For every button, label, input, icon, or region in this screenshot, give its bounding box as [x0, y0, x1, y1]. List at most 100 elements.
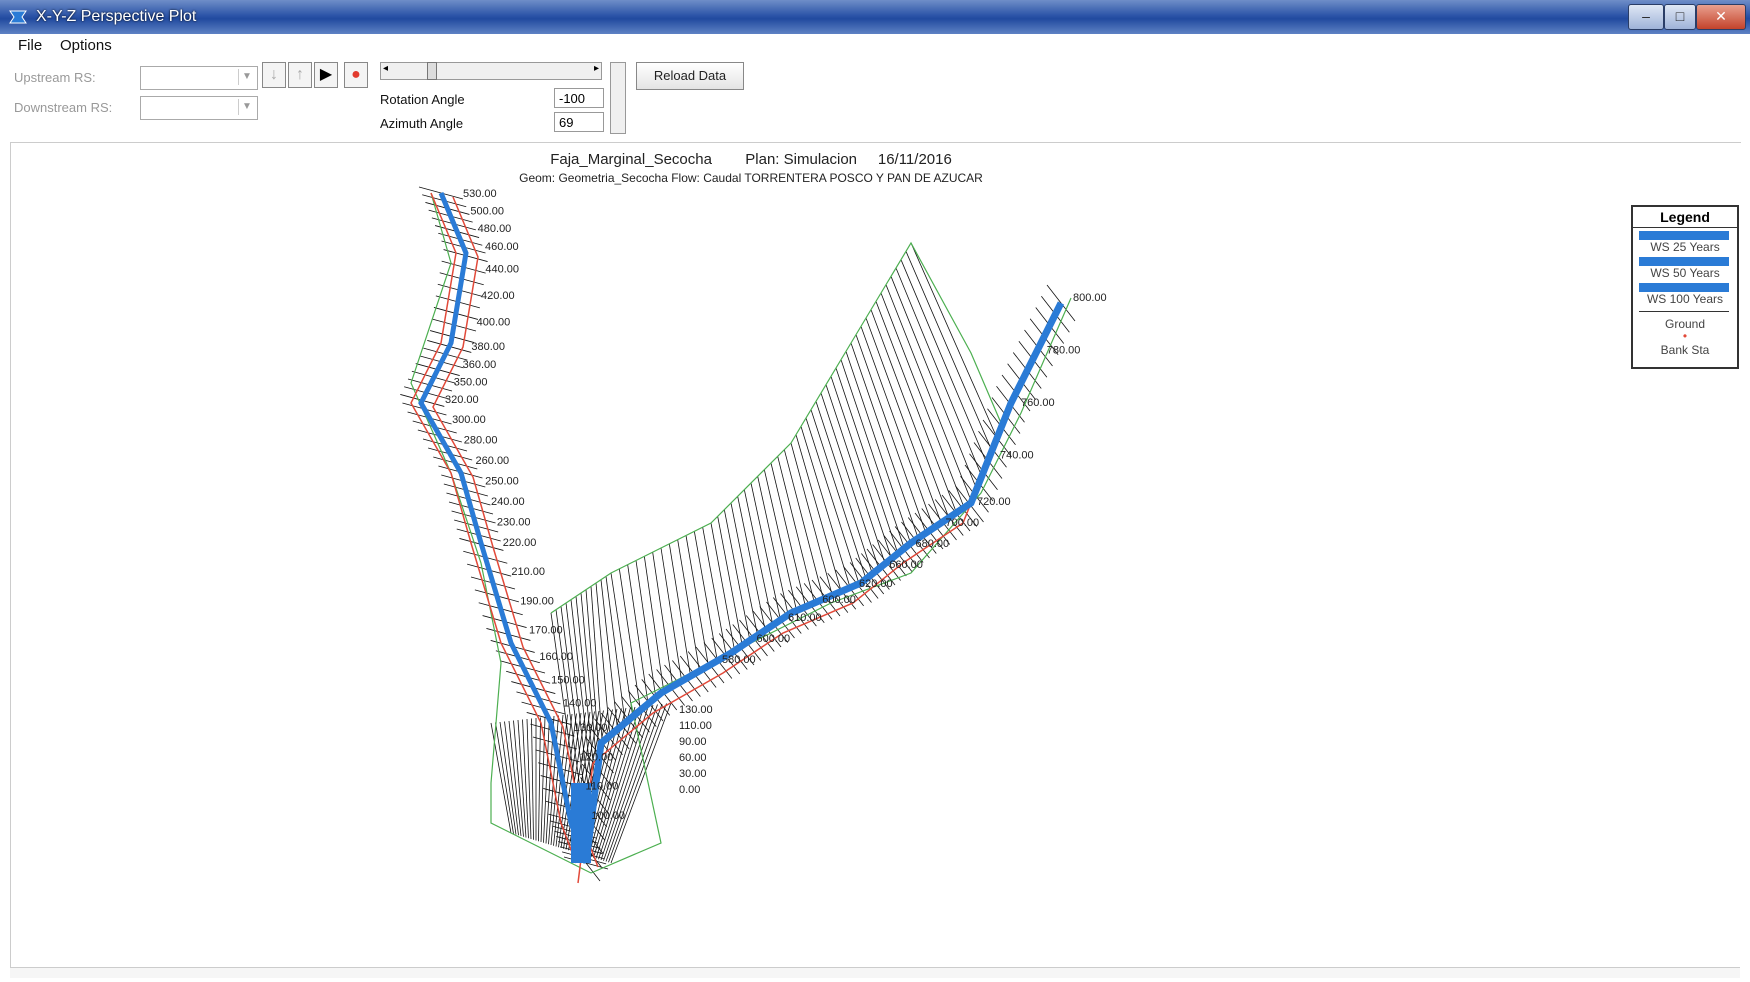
- slope-hatch-line: [885, 284, 972, 502]
- station-label-right: 660.00: [889, 559, 923, 571]
- left-arrow-icon: ◂: [383, 63, 389, 74]
- slope-hatch-line: [750, 482, 781, 621]
- close-button[interactable]: ✕: [1696, 4, 1746, 30]
- station-label-bottom: 60.00: [679, 752, 707, 764]
- station-label-left: 210.00: [511, 566, 545, 578]
- slope-hatch-line: [855, 334, 927, 534]
- chevron-down-icon: ▼: [238, 69, 255, 85]
- window-title: X-Y-Z Perspective Plot: [36, 8, 197, 25]
- downstream-select[interactable]: ▼: [140, 96, 258, 120]
- rotation-input[interactable]: -100: [554, 88, 604, 108]
- maximize-button[interactable]: □: [1664, 4, 1696, 30]
- legend-item-ws50: WS 50 Years: [1650, 266, 1720, 280]
- legend-item-ws25: WS 25 Years: [1650, 240, 1720, 254]
- title-bar: X-Y-Z Perspective Plot – □ ✕: [0, 0, 1750, 34]
- station-label-left: 170.00: [529, 625, 563, 637]
- slope-hatch-line: [618, 568, 641, 711]
- station-label-bottom: 110.00: [679, 720, 712, 732]
- azimuth-input[interactable]: 69: [554, 112, 604, 132]
- legend-swatch-ws100: [1639, 283, 1729, 292]
- station-label-right: 600.00: [822, 594, 856, 606]
- station-label-left: 260.00: [476, 455, 510, 467]
- upstream-select[interactable]: ▼: [140, 66, 258, 90]
- legend-swatch-ws25: [1639, 231, 1729, 240]
- slope-hatch-line: [880, 292, 965, 508]
- menu-options[interactable]: Options: [60, 37, 112, 54]
- station-label-left: 460.00: [485, 241, 519, 253]
- legend-swatch-ws50: [1639, 257, 1729, 266]
- station-label-right: 620.00: [859, 578, 893, 590]
- reload-data-button[interactable]: Reload Data: [636, 62, 744, 90]
- station-label-left: 420.00: [481, 290, 515, 302]
- plot-area: Faja_Marginal_Secocha Plan: Simulacion 1…: [10, 142, 1741, 973]
- horizontal-scrollbar[interactable]: [10, 967, 1740, 978]
- up-arrow-button[interactable]: ↑: [288, 62, 312, 88]
- app-icon: [9, 10, 27, 24]
- toolbar: Upstream RS: ▼ Downstream RS: ▼ ↓ ↑ ▶ ● …: [0, 58, 1750, 140]
- slope-hatch-line: [850, 342, 919, 539]
- station-label-left: 190.00: [520, 595, 554, 607]
- station-label-bottom: 0.00: [679, 784, 700, 796]
- station-label-right: 610.00: [788, 612, 822, 624]
- station-label-left: 240.00: [491, 496, 525, 508]
- station-label-left: 250.00: [485, 475, 519, 487]
- minimize-button[interactable]: –: [1628, 4, 1664, 30]
- station-label-left: 110.00: [586, 781, 619, 793]
- play-button[interactable]: ▶: [314, 62, 338, 88]
- slope-hatch-line: [643, 556, 665, 692]
- station-label-left: 320.00: [445, 394, 479, 406]
- right-arrow-icon: ▸: [593, 63, 599, 74]
- station-label-left: 350.00: [454, 376, 488, 388]
- rotation-slider[interactable]: ◂ ▸: [380, 62, 602, 80]
- station-label-right: 700.00: [946, 517, 980, 529]
- rotation-label: Rotation Angle: [380, 92, 465, 107]
- slope-hatch-line: [835, 367, 899, 554]
- station-label-left: 500.00: [470, 206, 504, 218]
- slope-hatch-line: [783, 449, 824, 600]
- chevron-down-icon: ▼: [238, 99, 255, 115]
- slope-hatch-line: [810, 409, 867, 580]
- station-label-left: 280.00: [464, 434, 498, 446]
- station-label-left: 400.00: [477, 316, 511, 328]
- station-label-right: 740.00: [1000, 450, 1034, 462]
- station-label-left: 140.00: [563, 698, 597, 710]
- upstream-label: Upstream RS:: [14, 70, 96, 85]
- menu-bar: File Options: [0, 34, 1750, 58]
- station-label-left: 380.00: [471, 341, 505, 353]
- perspective-plot: 530.00 500.00 480.00 460.00 440.00 420.00 400.…: [400, 186, 1107, 884]
- slope-hatch-line: [900, 259, 988, 464]
- right-outline: [590, 297, 1072, 874]
- legend-bank-marker: •: [1682, 329, 1688, 343]
- station-label-left: 150.00: [551, 674, 585, 686]
- station-label-left: 130.00: [574, 722, 608, 734]
- legend-swatch-ground: [1639, 311, 1729, 312]
- menu-file[interactable]: File: [18, 37, 42, 54]
- station-label-left: 480.00: [478, 223, 512, 235]
- station-label-right: 680.00: [916, 538, 950, 550]
- box-hatch-line: [538, 717, 541, 842]
- legend-item-ws100: WS 100 Years: [1646, 292, 1724, 306]
- slope-hatch-line: [845, 351, 912, 544]
- slope-hatch-line: [805, 417, 860, 584]
- slope-hatch-line: [890, 276, 977, 490]
- slope-hatch-line: [723, 509, 751, 641]
- record-button[interactable]: ●: [344, 62, 368, 88]
- slope-hatch-line: [730, 502, 758, 636]
- slope-hatch-line: [652, 552, 674, 687]
- station-label-right: 800.00: [1073, 292, 1107, 304]
- slope-hatch-line: [737, 496, 766, 631]
- slider-thumb[interactable]: [427, 62, 437, 80]
- slope-hatch-line: [660, 547, 683, 682]
- azimuth-label: Azimuth Angle: [380, 116, 464, 131]
- station-label-bottom: 30.00: [679, 768, 707, 780]
- station-label-bottom: 130.00: [679, 704, 713, 716]
- azimuth-scrollbar[interactable]: [610, 62, 626, 134]
- station-label-right: 720.00: [977, 496, 1011, 508]
- slope-hatch-line: [820, 392, 880, 569]
- station-label-left: 220.00: [503, 537, 537, 549]
- slope-hatch-line: [840, 359, 905, 549]
- slope-hatch-line: [770, 462, 806, 607]
- down-arrow-button[interactable]: ↓: [262, 62, 286, 88]
- station-label-left: 100.00: [591, 810, 625, 822]
- legend-title: Legend: [1633, 207, 1737, 228]
